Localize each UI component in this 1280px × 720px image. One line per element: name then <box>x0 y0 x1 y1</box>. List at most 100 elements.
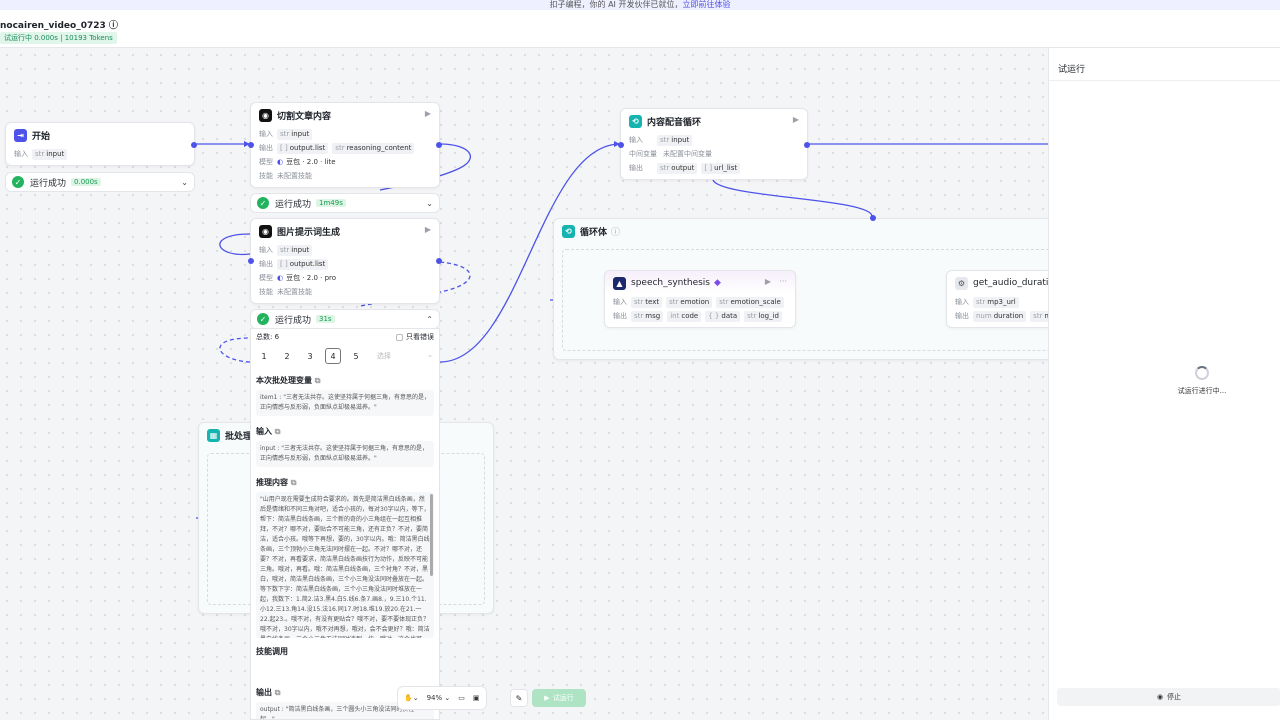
stop-button[interactable]: ◉ 停止 <box>1057 688 1280 706</box>
img-skill-label: 技能 <box>259 288 273 296</box>
img-model-label: 模型 <box>259 274 273 282</box>
test-run-panel: 试运行 试运行进行中... ◉ 停止 <box>1048 48 1280 720</box>
chevron-up-icon[interactable]: ⌃ <box>426 315 433 324</box>
only-errors-label: 只看错误 <box>406 333 434 341</box>
play-icon[interactable]: ▶ <box>793 115 799 124</box>
play-icon[interactable]: ▶ <box>425 109 431 118</box>
img-output-handle[interactable] <box>436 258 442 264</box>
page-button-5[interactable]: 5 <box>348 348 364 364</box>
split-output-handle[interactable] <box>436 142 442 148</box>
loop-icon: ⟲ <box>629 114 642 128</box>
page-button-2[interactable]: 2 <box>279 348 295 364</box>
copy-icon[interactable]: ⧉ <box>275 688 281 697</box>
speech-input-3: emotion_scale <box>730 297 781 306</box>
speech-output-3: data <box>721 311 738 320</box>
image-icon[interactable]: ▣ <box>473 694 480 702</box>
loop-output-label: 输出 <box>629 164 643 172</box>
speech-output-tag-4: str log_id <box>744 310 782 322</box>
minimap-icon[interactable]: ▭ <box>458 694 465 702</box>
plugin-icon: ▲ <box>613 276 626 290</box>
img-model-value: 豆包 · 2.0 · pro <box>286 274 337 282</box>
success-check-icon: ✓ <box>257 313 269 325</box>
copy-icon[interactable]: ⧉ <box>315 376 321 385</box>
checkbox[interactable] <box>396 333 403 341</box>
info-icon[interactable]: ⓘ <box>109 21 118 31</box>
split-output-label: 输出 <box>259 144 273 152</box>
img-input-handle[interactable] <box>248 258 254 264</box>
chevron-down-icon[interactable]: ⌄ <box>426 199 433 208</box>
skill-title: 技能调用 <box>256 647 288 656</box>
success-check-icon: ✓ <box>12 176 24 188</box>
speech-output-tag-1: str msg <box>631 310 664 322</box>
page-button-3[interactable]: 3 <box>302 348 318 364</box>
speech-synthesis-node[interactable]: ▲ speech_synthesis ◆ ▶ ··· 输入 str text str emo… <box>604 270 796 328</box>
stop-label: 停止 <box>1167 693 1182 701</box>
image-prompt-node[interactable]: ◉ 图片提示词生成 ▶ 输入 str input 输出 [ ] output.list 模… <box>248 218 442 304</box>
loop-output-handle[interactable] <box>804 142 810 148</box>
start-run-time: 0.000s <box>71 178 101 186</box>
speech-output-2: code <box>681 311 699 320</box>
split-model-value: 豆包 · 2.0 · lite <box>286 158 336 166</box>
img-run-status[interactable]: ✓ 运行成功 31s ⌃ <box>250 309 440 329</box>
copy-icon[interactable]: ⧉ <box>291 478 297 487</box>
speech-output-label: 输出 <box>613 312 627 320</box>
img-input-tag: str input <box>277 244 313 256</box>
audio-duration-node[interactable]: ⚙ get_audio_duration 输入 strmp3_url 输出 numdu… <box>946 270 1048 328</box>
page-button-4[interactable]: 4 <box>325 348 341 364</box>
input-title-text: 输入 <box>256 427 272 436</box>
loop-output-value-1: output <box>671 163 695 172</box>
hand-tool-icon[interactable]: ✋⌄ <box>404 694 419 702</box>
batch-var-box: item1 : "三者无法共存。这使坚持属于何据三角，有意思的是，正向情感与反形… <box>256 390 434 416</box>
reasoning-scrollbar[interactable] <box>430 494 433 576</box>
loop-input-handle[interactable] <box>618 142 624 148</box>
split-input-handle[interactable] <box>248 142 254 148</box>
loop-body-top-handle[interactable] <box>870 215 876 221</box>
speech-input-1: text <box>645 297 660 306</box>
loop-body-icon: ⟲ <box>562 224 575 238</box>
zoom-value: 94% <box>426 694 443 702</box>
loop-input-label: 输入 <box>629 136 643 144</box>
start-input-value: input <box>46 149 65 158</box>
copy-icon[interactable]: ⧉ <box>275 427 281 436</box>
loading-spinner-icon <box>1195 366 1209 380</box>
diamond-icon: ◆ <box>714 278 721 288</box>
split-node[interactable]: ◉ 切割文章内容 ▶ 输入 str input 输出 [ ] output.list str… <box>248 102 442 188</box>
only-errors-toggle[interactable]: 只看错误 <box>396 332 434 342</box>
speech-input-tag-3: str emotion_scale <box>716 296 784 308</box>
content-loop-node[interactable]: ⟲ 内容配音循环 ▶ 输入 str input 中间变量 未配置中间变量 输出 str ou… <box>618 108 810 180</box>
start-icon: ⇥ <box>14 128 27 142</box>
split-skill-label: 技能 <box>259 172 273 180</box>
chevron-down-icon[interactable]: ⌄ <box>181 178 188 187</box>
start-node[interactable]: ⇥ 开始 输入 str input <box>5 122 197 166</box>
reasoning-box[interactable]: "山用户现在需要生成符合要求的。首先是简洁黑白线条画，然后是情绪和不同三角对吧，… <box>256 492 434 638</box>
audio-output-1: duration <box>993 311 1024 320</box>
workflow-canvas[interactable]: ⇥ 开始 输入 str input ✓ 运行成功 0.000s ⌄ ◉ 切割文章内容 ▶ 输入… <box>0 48 1048 720</box>
split-output-tag-1: [ ] output.list <box>277 142 329 154</box>
info-icon[interactable]: ⓘ <box>611 225 620 238</box>
workflow-header: nocairen_video_0723 ⓘ 试运行中 0.000s | 1019… <box>0 10 1280 48</box>
start-run-status[interactable]: ✓ 运行成功 0.000s ⌄ <box>5 172 195 192</box>
workflow-title-text: nocairen_video_0723 <box>0 21 106 31</box>
input-box: input : "三者无法共存。这使坚持属于何据三角，有意思的是，正向情感与反形… <box>256 441 434 467</box>
speech-output-tag-3: { } data <box>705 310 741 322</box>
debug-icon[interactable]: ✎ <box>510 689 528 707</box>
play-icon[interactable]: ▶ <box>425 225 431 234</box>
zoom-select[interactable]: 94% ⌄ <box>427 694 451 702</box>
more-icon[interactable]: ··· <box>779 277 787 286</box>
chevron-down-icon: ⌄ <box>427 351 433 359</box>
page-select[interactable]: 选择 ⌄ <box>377 351 433 361</box>
audio-input-label: 输入 <box>955 298 969 306</box>
start-output-handle[interactable] <box>191 142 197 148</box>
edge-content-body <box>712 179 873 217</box>
page-button-1[interactable]: 1 <box>256 348 272 364</box>
llm-icon: ◉ <box>259 108 272 122</box>
test-run-button[interactable]: ▶ 试运行 <box>532 689 586 707</box>
img-input-label: 输入 <box>259 246 273 254</box>
play-icon[interactable]: ▶ <box>765 277 771 286</box>
llm-icon: ◉ <box>259 224 272 238</box>
split-run-status[interactable]: ✓ 运行成功 1m49s ⌄ <box>250 193 440 213</box>
split-run-label: 运行成功 <box>275 199 312 210</box>
batch-result-panel: 总数: 6 只看错误 1 2 3 4 5 选择 ⌄ 本次批处理变量 ⧉ item1… <box>250 328 440 720</box>
banner-link[interactable]: 立即前往体验 <box>682 0 730 9</box>
batch-var-title-text: 本次批处理变量 <box>256 376 312 385</box>
